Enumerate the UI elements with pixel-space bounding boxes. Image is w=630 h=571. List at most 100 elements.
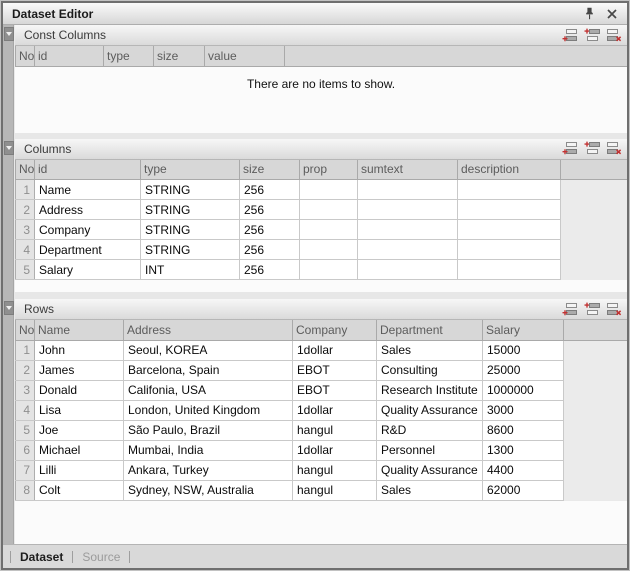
cell[interactable]: hangul xyxy=(293,480,377,500)
row-number-cell[interactable]: 2 xyxy=(16,200,35,220)
collapse-button-columns[interactable] xyxy=(4,141,14,155)
cell[interactable]: EBOT xyxy=(293,380,377,400)
row-number-cell[interactable]: 5 xyxy=(16,260,35,280)
cell[interactable]: EBOT xyxy=(293,360,377,380)
cell[interactable]: STRING xyxy=(141,220,240,240)
cell[interactable]: hangul xyxy=(293,460,377,480)
add-row-icon[interactable] xyxy=(561,301,579,317)
row-number-cell[interactable]: 3 xyxy=(16,220,35,240)
insert-row-icon[interactable] xyxy=(583,27,601,43)
delete-row-icon[interactable] xyxy=(605,301,623,317)
cell[interactable]: Donald xyxy=(35,380,124,400)
row-number-cell[interactable]: 4 xyxy=(16,240,35,260)
cell[interactable]: Barcelona, Spain xyxy=(124,360,293,380)
cell[interactable] xyxy=(300,260,358,280)
cell[interactable] xyxy=(458,240,561,260)
cell[interactable]: Seoul, KOREA xyxy=(124,340,293,360)
cell[interactable] xyxy=(458,220,561,240)
cell[interactable] xyxy=(300,200,358,220)
cell[interactable]: Name xyxy=(35,180,141,200)
cell[interactable] xyxy=(358,180,458,200)
cell[interactable]: Quality Assurance xyxy=(377,400,483,420)
tab-dataset[interactable]: Dataset xyxy=(20,550,63,564)
cell[interactable]: 256 xyxy=(240,260,300,280)
cell[interactable]: Sydney, NSW, Australia xyxy=(124,480,293,500)
cell[interactable]: Joe xyxy=(35,420,124,440)
row-number-cell[interactable]: 4 xyxy=(16,400,35,420)
cell[interactable]: STRING xyxy=(141,180,240,200)
cell[interactable]: Salary xyxy=(35,260,141,280)
cell[interactable]: Sales xyxy=(377,480,483,500)
table-row: 5SalaryINT256 xyxy=(16,260,628,280)
collapse-button-rows[interactable] xyxy=(4,301,14,315)
cell[interactable]: 8600 xyxy=(483,420,564,440)
cell[interactable]: Mumbai, India xyxy=(124,440,293,460)
row-number-cell[interactable]: 7 xyxy=(16,460,35,480)
cell[interactable] xyxy=(458,200,561,220)
cell[interactable]: 62000 xyxy=(483,480,564,500)
cell[interactable] xyxy=(458,260,561,280)
cell[interactable]: Michael xyxy=(35,440,124,460)
cell[interactable]: Sales xyxy=(377,340,483,360)
cell[interactable]: 256 xyxy=(240,180,300,200)
row-number-cell[interactable]: 8 xyxy=(16,480,35,500)
close-icon[interactable] xyxy=(603,6,620,21)
cell[interactable]: hangul xyxy=(293,420,377,440)
row-number-cell[interactable]: 5 xyxy=(16,420,35,440)
cell[interactable]: 256 xyxy=(240,240,300,260)
add-row-icon[interactable] xyxy=(561,141,579,157)
cell[interactable]: James xyxy=(35,360,124,380)
cell[interactable]: R&D xyxy=(377,420,483,440)
cell[interactable] xyxy=(458,180,561,200)
cell[interactable]: 256 xyxy=(240,220,300,240)
insert-row-icon[interactable] xyxy=(583,141,601,157)
delete-row-icon[interactable] xyxy=(605,27,623,43)
cell[interactable]: 15000 xyxy=(483,340,564,360)
cell[interactable]: 256 xyxy=(240,200,300,220)
cell[interactable]: Address xyxy=(35,200,141,220)
add-row-icon[interactable] xyxy=(561,27,579,43)
cell[interactable]: Califonia, USA xyxy=(124,380,293,400)
cell[interactable] xyxy=(300,180,358,200)
cell[interactable]: Lisa xyxy=(35,400,124,420)
cell[interactable]: John xyxy=(35,340,124,360)
row-number-cell[interactable]: 1 xyxy=(16,340,35,360)
delete-row-icon[interactable] xyxy=(605,141,623,157)
cell[interactable]: 4400 xyxy=(483,460,564,480)
cell[interactable]: 3000 xyxy=(483,400,564,420)
cell[interactable]: 1dollar xyxy=(293,400,377,420)
cell[interactable] xyxy=(358,260,458,280)
cell[interactable]: Colt xyxy=(35,480,124,500)
cell[interactable]: 1000000 xyxy=(483,380,564,400)
cell[interactable]: INT xyxy=(141,260,240,280)
collapse-button-const-columns[interactable] xyxy=(4,27,14,41)
cell[interactable]: London, United Kingdom xyxy=(124,400,293,420)
cell[interactable] xyxy=(300,240,358,260)
row-number-cell[interactable]: 6 xyxy=(16,440,35,460)
cell[interactable]: Research Institute xyxy=(377,380,483,400)
tab-source[interactable]: Source xyxy=(82,550,120,564)
cell[interactable]: Company xyxy=(35,220,141,240)
row-number-cell[interactable]: 3 xyxy=(16,380,35,400)
cell[interactable] xyxy=(358,240,458,260)
cell[interactable]: 1300 xyxy=(483,440,564,460)
cell[interactable]: Quality Assurance xyxy=(377,460,483,480)
cell[interactable]: Consulting xyxy=(377,360,483,380)
cell[interactable]: 25000 xyxy=(483,360,564,380)
cell[interactable]: Ankara, Turkey xyxy=(124,460,293,480)
cell[interactable] xyxy=(300,220,358,240)
cell[interactable]: 1dollar xyxy=(293,440,377,460)
cell[interactable]: São Paulo, Brazil xyxy=(124,420,293,440)
cell[interactable]: Lilli xyxy=(35,460,124,480)
pin-icon[interactable] xyxy=(581,6,598,21)
cell[interactable]: STRING xyxy=(141,200,240,220)
cell[interactable]: STRING xyxy=(141,240,240,260)
row-number-cell[interactable]: 2 xyxy=(16,360,35,380)
cell[interactable] xyxy=(358,200,458,220)
insert-row-icon[interactable] xyxy=(583,301,601,317)
cell[interactable]: 1dollar xyxy=(293,340,377,360)
cell[interactable] xyxy=(358,220,458,240)
cell[interactable]: Department xyxy=(35,240,141,260)
row-number-cell[interactable]: 1 xyxy=(16,180,35,200)
cell[interactable]: Personnel xyxy=(377,440,483,460)
